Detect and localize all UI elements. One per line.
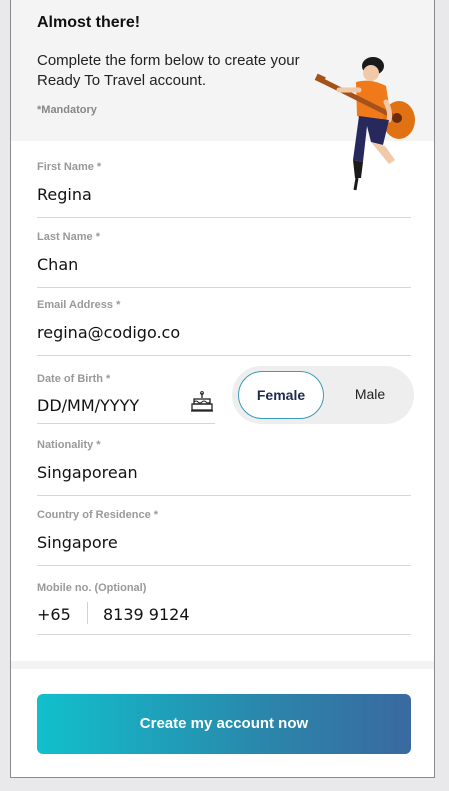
mobile-number-value[interactable]: 8139 9124 bbox=[103, 605, 190, 624]
mandatory-note: *Mandatory bbox=[37, 104, 97, 116]
date-of-birth-field[interactable]: Date of Birth * DD/MM/YYYY bbox=[37, 369, 215, 424]
mobile-label: Mobile no. (Optional) bbox=[37, 582, 147, 594]
residence-field[interactable]: Country of Residence * Singapore bbox=[37, 509, 411, 566]
nationality-value[interactable]: Singaporean bbox=[37, 463, 138, 482]
gender-toggle[interactable]: Female Male bbox=[232, 366, 414, 424]
birthday-cake-icon[interactable] bbox=[190, 391, 214, 413]
last-name-label: Last Name * bbox=[37, 231, 100, 243]
email-label: Email Address * bbox=[37, 299, 121, 311]
residence-label: Country of Residence * bbox=[37, 509, 159, 521]
page-subtitle: Complete the form below to create your R… bbox=[37, 52, 300, 89]
mobile-field[interactable]: Mobile no. (Optional) +65 8139 9124 bbox=[37, 578, 411, 635]
gender-option-female[interactable]: Female bbox=[238, 371, 324, 419]
nationality-label: Nationality * bbox=[37, 439, 101, 451]
signup-card: Almost there! Complete the form below to… bbox=[10, 0, 435, 778]
email-field[interactable]: Email Address * regina@codigo.co bbox=[37, 299, 411, 356]
first-name-label: First Name * bbox=[37, 161, 102, 173]
residence-value[interactable]: Singapore bbox=[37, 533, 118, 552]
section-divider bbox=[11, 661, 434, 669]
country-code-value[interactable]: +65 bbox=[37, 605, 71, 624]
mobile-divider bbox=[87, 602, 88, 624]
date-of-birth-label: Date of Birth * bbox=[37, 373, 111, 385]
last-name-value[interactable]: Chan bbox=[37, 255, 78, 274]
gender-option-male[interactable]: Male bbox=[332, 371, 408, 417]
page-title: Almost there! bbox=[37, 14, 141, 31]
nationality-field[interactable]: Nationality * Singaporean bbox=[37, 439, 411, 496]
date-of-birth-placeholder[interactable]: DD/MM/YYYY bbox=[37, 396, 139, 415]
last-name-field[interactable]: Last Name * Chan bbox=[37, 231, 411, 288]
email-value[interactable]: regina@codigo.co bbox=[37, 323, 180, 342]
create-account-button[interactable]: Create my account now bbox=[37, 694, 411, 754]
first-name-field[interactable]: First Name * Regina bbox=[37, 161, 411, 218]
first-name-value[interactable]: Regina bbox=[37, 185, 92, 204]
